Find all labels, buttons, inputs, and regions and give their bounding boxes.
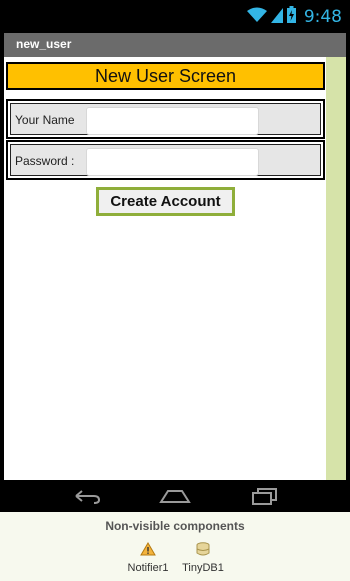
battery-icon: [286, 6, 296, 28]
tinydb-label: TinyDB1: [182, 562, 224, 574]
nav-bar: [0, 480, 350, 512]
app-title: new_user: [16, 37, 72, 51]
side-strip: [326, 57, 346, 480]
tinydb-component[interactable]: TinyDB1: [176, 542, 230, 574]
app-title-bar: new_user: [4, 33, 346, 57]
name-label: Your Name: [15, 113, 75, 127]
notifier-label: Notifier1: [127, 562, 169, 574]
password-label: Password :: [15, 154, 75, 168]
phone-frame: 9:48 new_user New User Screen Your Name …: [0, 0, 350, 512]
wifi-icon: [246, 7, 267, 28]
status-bar: 9:48: [0, 0, 350, 33]
signal-icon: [270, 7, 283, 28]
header-label-text: New User Screen: [94, 66, 237, 86]
notifier-component[interactable]: Notifier1: [120, 542, 176, 574]
non-visible-components-title: Non-visible components: [105, 519, 245, 533]
password-input[interactable]: [86, 148, 259, 176]
back-icon[interactable]: [72, 486, 102, 511]
header-label: New User Screen: [6, 62, 325, 90]
create-account-button[interactable]: Create Account: [96, 187, 235, 216]
name-row: Your Name: [6, 99, 325, 139]
warning-icon: [120, 542, 176, 559]
screen-canvas: New User Screen Your Name Password : Cre…: [4, 57, 346, 480]
recent-apps-icon[interactable]: [250, 486, 280, 511]
clock: 9:48: [303, 7, 342, 27]
home-icon[interactable]: [159, 486, 191, 511]
database-icon: [176, 542, 230, 559]
password-row: Password :: [6, 140, 325, 180]
name-input[interactable]: [86, 107, 259, 135]
